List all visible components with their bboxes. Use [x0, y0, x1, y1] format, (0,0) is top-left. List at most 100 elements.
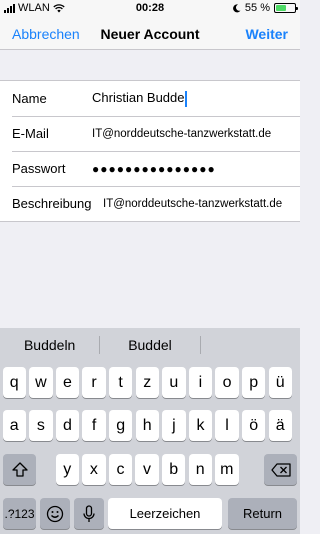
next-button[interactable]: Weiter [245, 26, 288, 42]
key-q-label: q [9, 373, 19, 391]
password-row[interactable]: Passwort ●●●●●●●●●●●●●●● [0, 151, 300, 186]
key-m[interactable]: m [215, 454, 239, 485]
key-g[interactable]: g [108, 410, 133, 441]
keyboard: Buddeln Buddel qwe r t zu i opü asd f gh j k l öä yxc… [0, 328, 300, 534]
space-key-label: Leerzeichen [129, 506, 201, 521]
key-z[interactable]: z [135, 367, 159, 398]
key-v-label: v [143, 460, 152, 478]
emoji-key[interactable] [40, 498, 70, 529]
key-n-label: n [195, 460, 205, 478]
text-cursor [184, 90, 187, 107]
battery-fill [276, 5, 286, 11]
key-w[interactable]: w [29, 367, 53, 398]
key-c[interactable]: c [108, 454, 133, 485]
key-t-label: t [118, 373, 123, 391]
key-y-label: y [63, 460, 72, 478]
microphone-key[interactable] [74, 498, 104, 529]
key-h-label: h [142, 416, 152, 434]
key-y[interactable]: y [55, 454, 79, 485]
description-row[interactable]: Beschreibung IT@norddeutsche-tanzwerksta… [0, 186, 300, 221]
key-s[interactable]: s [29, 410, 53, 441]
key-b[interactable]: b [161, 454, 186, 485]
key-v[interactable]: v [135, 454, 159, 485]
key-r-label: r [91, 373, 97, 391]
key-b-label: b [169, 460, 179, 478]
cancel-button[interactable]: Abbrechen [12, 26, 80, 42]
suggestion-1[interactable]: Buddeln [0, 337, 99, 353]
key-f-label: f [91, 416, 97, 434]
key-d-label: d [62, 416, 72, 434]
key-e-label: e [62, 373, 72, 391]
shift-key[interactable] [3, 454, 36, 485]
key-j-label: j [172, 416, 176, 434]
moon-icon [233, 3, 241, 13]
key-p[interactable]: p [241, 367, 266, 398]
password-field[interactable]: ●●●●●●●●●●●●●●● [92, 162, 216, 176]
key-d[interactable]: d [55, 410, 80, 441]
battery-percent: 55 % [244, 2, 270, 14]
key-ö[interactable]: ö [241, 410, 266, 441]
key-i-label: i [198, 373, 203, 391]
key-l-label: l [225, 416, 229, 434]
email-row[interactable]: E-Mail IT@norddeutsche-tanzwerkstatt.de [0, 116, 300, 151]
key-ä[interactable]: ä [268, 410, 292, 441]
name-row[interactable]: Name Christian Budde [0, 81, 300, 116]
name-field[interactable]: Christian Budde [92, 90, 187, 107]
account-form: Name Christian Budde E-Mail IT@norddeuts… [0, 80, 300, 222]
key-s-label: s [36, 416, 45, 434]
key-x[interactable]: x [82, 454, 106, 485]
key-p-label: p [249, 373, 259, 391]
key-k[interactable]: k [188, 410, 213, 441]
key-x-label: x [89, 460, 98, 478]
key-r[interactable]: r [82, 367, 106, 398]
key-u[interactable]: u [162, 367, 186, 398]
backspace-icon [270, 462, 291, 477]
description-label: Beschreibung [12, 196, 92, 211]
return-key-label: Return [242, 506, 283, 521]
suggestion-2[interactable]: Buddel [100, 337, 199, 353]
return-key[interactable]: Return [228, 498, 297, 529]
key-c-label: c [116, 460, 125, 478]
navigation-bar: Abbrechen Neuer Account Weiter [0, 18, 300, 50]
numbers-key[interactable]: .?123 [3, 498, 36, 529]
key-k-label: k [196, 416, 205, 434]
key-z-label: z [143, 373, 152, 391]
key-n[interactable]: n [188, 454, 212, 485]
key-a-label: a [9, 416, 19, 434]
email-field[interactable]: IT@norddeutsche-tanzwerkstatt.de [92, 128, 271, 140]
key-g-label: g [116, 416, 126, 434]
key-o-label: o [222, 373, 232, 391]
microphone-icon [83, 504, 95, 522]
key-i[interactable]: i [188, 367, 213, 398]
key-j[interactable]: j [162, 410, 186, 441]
email-label: E-Mail [12, 126, 49, 141]
name-label: Name [12, 91, 47, 106]
key-l[interactable]: l [215, 410, 239, 441]
key-q[interactable]: q [2, 367, 26, 398]
key-h[interactable]: h [135, 410, 159, 441]
key-e[interactable]: e [55, 367, 80, 398]
key-m-label: m [220, 460, 234, 478]
suggestion-bar: Buddeln Buddel [0, 328, 300, 362]
key-t[interactable]: t [108, 367, 133, 398]
key-u-label: u [169, 373, 179, 391]
status-right: 55 % [233, 2, 298, 14]
password-label: Passwort [12, 161, 66, 176]
key-ö-label: ö [249, 416, 259, 434]
key-f[interactable]: f [82, 410, 106, 441]
key-ü-label: ü [275, 373, 285, 391]
status-bar: WLAN 00:28 55 % [0, 0, 300, 18]
backspace-key[interactable] [264, 454, 297, 485]
key-w-label: w [35, 373, 47, 391]
suggestion-divider [199, 336, 201, 354]
battery-icon [274, 3, 298, 13]
emoji-icon [46, 505, 64, 522]
key-ä-label: ä [275, 416, 285, 434]
numbers-key-label: .?123 [4, 506, 35, 521]
space-key[interactable]: Leerzeichen [108, 498, 222, 529]
key-a[interactable]: a [2, 410, 26, 441]
key-o[interactable]: o [215, 367, 239, 398]
key-ü[interactable]: ü [268, 367, 292, 398]
description-field[interactable]: IT@norddeutsche-tanzwerkstatt.de [103, 198, 282, 210]
shift-icon [11, 462, 28, 477]
